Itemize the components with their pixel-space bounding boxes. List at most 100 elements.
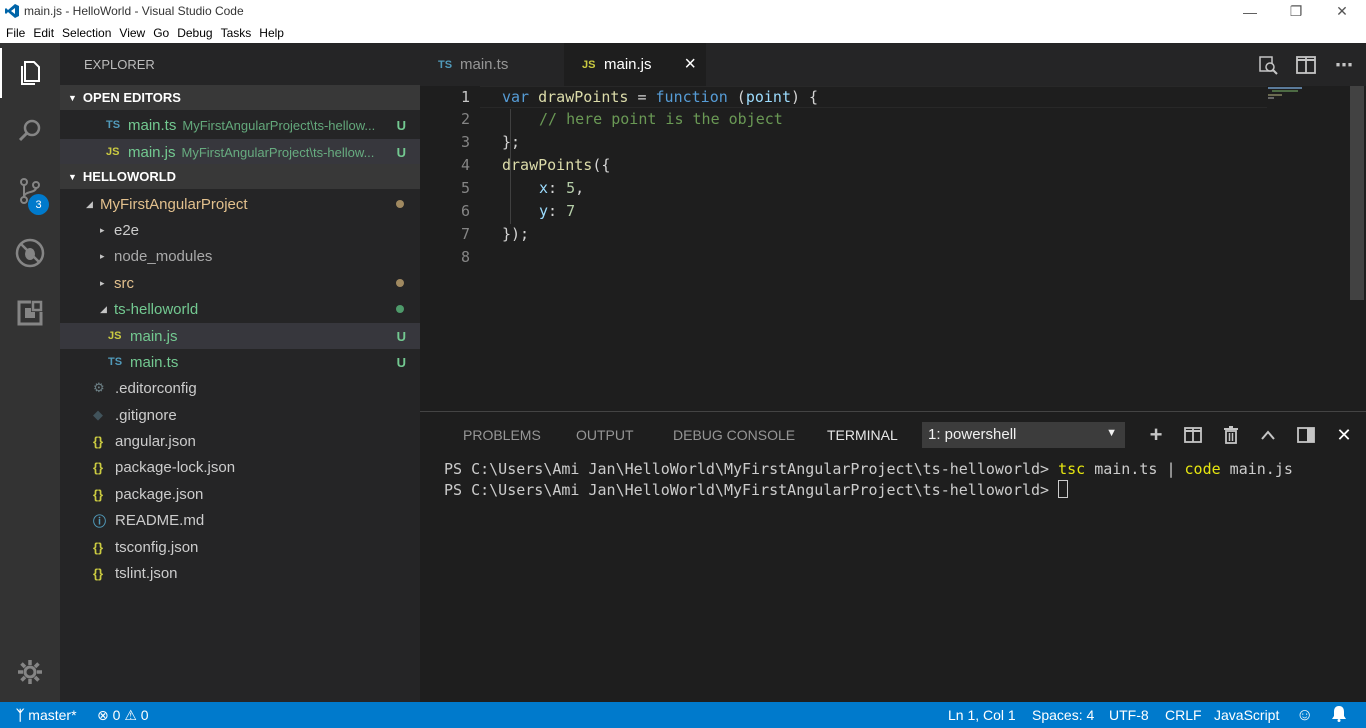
menu-bar: File Edit Selection View Go Debug Tasks …	[0, 23, 1366, 43]
search-activity[interactable]	[0, 106, 60, 156]
window-title: main.js - HelloWorld - Visual Studio Cod…	[24, 4, 244, 18]
tab-main-js[interactable]: JS main.js ×	[564, 43, 706, 86]
tab-terminal[interactable]: TERMINAL	[827, 427, 898, 443]
terminal-line-1: PS C:\Users\Ami Jan\HelloWorld\MyFirstAn…	[444, 460, 1293, 478]
chevron-right-icon: ▸	[100, 277, 105, 288]
terminal-line-2[interactable]: PS C:\Users\Ami Jan\HelloWorld\MyFirstAn…	[444, 480, 1069, 499]
panel-layout-icon	[1297, 427, 1315, 443]
folder-e2e[interactable]: ▸ e2e	[60, 217, 420, 243]
vscode-logo-icon	[5, 4, 19, 18]
debug-activity[interactable]	[0, 228, 60, 278]
editor-scrollbar[interactable]	[1350, 86, 1364, 300]
open-editors-header[interactable]: ▼ OPEN EDITORS	[60, 85, 420, 110]
explorer-activity[interactable]	[0, 48, 60, 98]
split-terminal-icon	[1184, 427, 1202, 443]
restore-button[interactable]: ❐	[1273, 0, 1319, 23]
tab-main-ts[interactable]: TS main.ts	[420, 43, 564, 86]
open-editor-item[interactable]: JS main.js MyFirstAngularProject\ts-hell…	[60, 139, 420, 165]
code-line-7: });	[502, 225, 530, 243]
more-actions-button[interactable]: ⋯	[1333, 54, 1355, 76]
folder-src[interactable]: ▸ src	[60, 270, 420, 296]
chevron-down-icon: ▼	[68, 171, 77, 182]
close-icon[interactable]: ×	[684, 53, 696, 76]
typescript-file-icon: TS	[438, 58, 453, 71]
open-changes-button[interactable]	[1257, 54, 1279, 76]
code-editor[interactable]: 1 2 3 4 5 6 7 8 var drawPoints = functio…	[420, 86, 1366, 411]
file-name: main.ts	[130, 353, 179, 371]
menu-selection[interactable]: Selection	[58, 26, 115, 40]
toggle-panel-position-button[interactable]	[1295, 424, 1317, 446]
encoding-status[interactable]: UTF-8	[1109, 707, 1149, 723]
maximize-panel-button[interactable]	[1257, 424, 1279, 446]
split-editor-button[interactable]	[1295, 54, 1317, 76]
notifications-bell-icon[interactable]	[1331, 705, 1347, 725]
line-number: 6	[460, 202, 470, 220]
feedback-smiley-icon[interactable]: ☺	[1296, 705, 1313, 725]
line-number: 8	[460, 248, 470, 266]
close-panel-button[interactable]: ✕	[1333, 424, 1355, 446]
file-package-lock-json[interactable]: {} package-lock.json	[60, 454, 420, 480]
typescript-file-icon: TS	[108, 356, 123, 368]
menu-debug[interactable]: Debug	[173, 26, 216, 40]
branch-status[interactable]: ᛉ master*	[16, 707, 77, 723]
tab-problems[interactable]: PROBLEMS	[463, 427, 541, 443]
status-bar: ᛉ master* ⊗ 0 ⚠ 0 Ln 1, Col 1 Spaces: 4 …	[0, 702, 1366, 728]
source-control-activity[interactable]: 3	[0, 166, 60, 216]
file-tslint-json[interactable]: {} tslint.json	[60, 560, 420, 586]
file-editorconfig[interactable]: ⚙ .editorconfig	[60, 375, 420, 401]
file-main-ts[interactable]: TS main.ts U	[60, 349, 420, 375]
terminal-cursor	[1058, 480, 1069, 498]
split-terminal-button[interactable]	[1182, 424, 1204, 446]
file-path: MyFirstAngularProject\ts-hellow...	[181, 144, 375, 160]
chevron-down-icon: ▼	[1106, 427, 1117, 439]
file-name: package-lock.json	[115, 458, 236, 476]
kill-terminal-button[interactable]	[1220, 424, 1242, 446]
json-file-icon: {}	[93, 539, 104, 555]
problems-status[interactable]: ⊗ 0 ⚠ 0	[97, 707, 149, 724]
terminal-select[interactable]: 1: powershell ▼	[922, 422, 1125, 448]
menu-go[interactable]: Go	[149, 26, 173, 40]
line-number: 2	[460, 110, 470, 128]
file-name: .editorconfig	[115, 379, 197, 397]
menu-file[interactable]: File	[2, 26, 29, 40]
eol-status[interactable]: CRLF	[1165, 707, 1202, 723]
new-terminal-button[interactable]: +	[1145, 422, 1167, 447]
manage-activity[interactable]	[0, 647, 60, 697]
close-window-button[interactable]: ✕	[1319, 0, 1365, 23]
menu-help[interactable]: Help	[255, 26, 288, 40]
workspace-header[interactable]: ▼ HELLOWORLD	[60, 164, 420, 189]
folder-node-modules[interactable]: ▸ node_modules	[60, 243, 420, 269]
extensions-activity[interactable]	[0, 288, 60, 338]
workspace-label: HELLOWORLD	[82, 169, 177, 184]
json-file-icon: {}	[93, 433, 104, 449]
debug-icon	[15, 238, 45, 268]
file-gitignore[interactable]: ◆ .gitignore	[60, 402, 420, 428]
open-editor-item[interactable]: TS main.ts MyFirstAngularProject\ts-hell…	[60, 112, 420, 138]
file-readme[interactable]: ⓘ README.md	[60, 507, 420, 533]
file-angular-json[interactable]: {} angular.json	[60, 428, 420, 454]
cursor-position-status[interactable]: Ln 1, Col 1	[948, 707, 1016, 723]
tab-debug-console[interactable]: DEBUG CONSOLE	[673, 427, 795, 443]
folder-name: MyFirstAngularProject	[100, 195, 248, 213]
minimap[interactable]	[1266, 86, 1352, 100]
tab-output[interactable]: OUTPUT	[576, 427, 634, 443]
line-number: 4	[460, 156, 470, 174]
gear-icon	[18, 660, 42, 684]
menu-edit[interactable]: Edit	[29, 26, 58, 40]
minimize-button[interactable]: —	[1227, 0, 1273, 23]
menu-tasks[interactable]: Tasks	[217, 26, 256, 40]
untracked-status: U	[396, 144, 406, 160]
tab-label: main.js	[604, 56, 652, 73]
menu-view[interactable]: View	[115, 26, 149, 40]
indentation-status[interactable]: Spaces: 4	[1032, 707, 1094, 723]
line-number: 7	[460, 225, 470, 243]
folder-ts-helloworld[interactable]: ◢ ts-helloworld	[60, 296, 420, 322]
language-status[interactable]: JavaScript	[1214, 707, 1279, 723]
plus-icon: +	[1149, 422, 1163, 447]
file-main-js[interactable]: JS main.js U	[60, 323, 420, 349]
untracked-status: U	[396, 328, 406, 344]
file-tsconfig-json[interactable]: {} tsconfig.json	[60, 534, 420, 560]
file-package-json[interactable]: {} package.json	[60, 481, 420, 507]
git-branch-icon: ᛉ	[16, 707, 25, 723]
folder-project[interactable]: ◢ MyFirstAngularProject	[60, 191, 420, 217]
